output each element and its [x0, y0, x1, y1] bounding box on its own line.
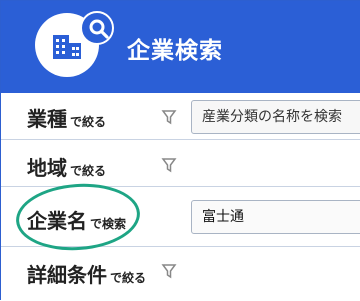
filter-label: 業種 で絞る — [27, 107, 107, 131]
funnel-icon[interactable] — [161, 109, 177, 125]
building-icon — [53, 35, 81, 59]
filter-row-region[interactable]: 地域 で絞る — [1, 140, 360, 187]
company-name-input[interactable]: 富士通 — [191, 200, 360, 234]
filter-label: 地域 で絞る — [27, 156, 107, 180]
funnel-icon[interactable] — [161, 263, 177, 279]
search-icon — [89, 19, 109, 39]
filter-label: 詳細条件 で絞る — [27, 263, 147, 287]
search-badge — [80, 11, 114, 45]
company-search-panel: 企業検索 業種 で絞る 産業分類の名称を検索 地域 で絞る 企業名 で検索 富士通 詳… — [0, 0, 360, 301]
page-title: 企業検索 — [127, 38, 223, 64]
header-bar: 企業検索 — [1, 1, 360, 93]
filter-row-industry[interactable]: 業種 で絞る 産業分類の名称を検索 — [1, 93, 360, 140]
industry-search-input[interactable]: 産業分類の名称を検索 — [191, 100, 360, 134]
filter-row-details[interactable]: 詳細条件 で絞る — [1, 247, 360, 301]
funnel-icon[interactable] — [161, 157, 177, 173]
